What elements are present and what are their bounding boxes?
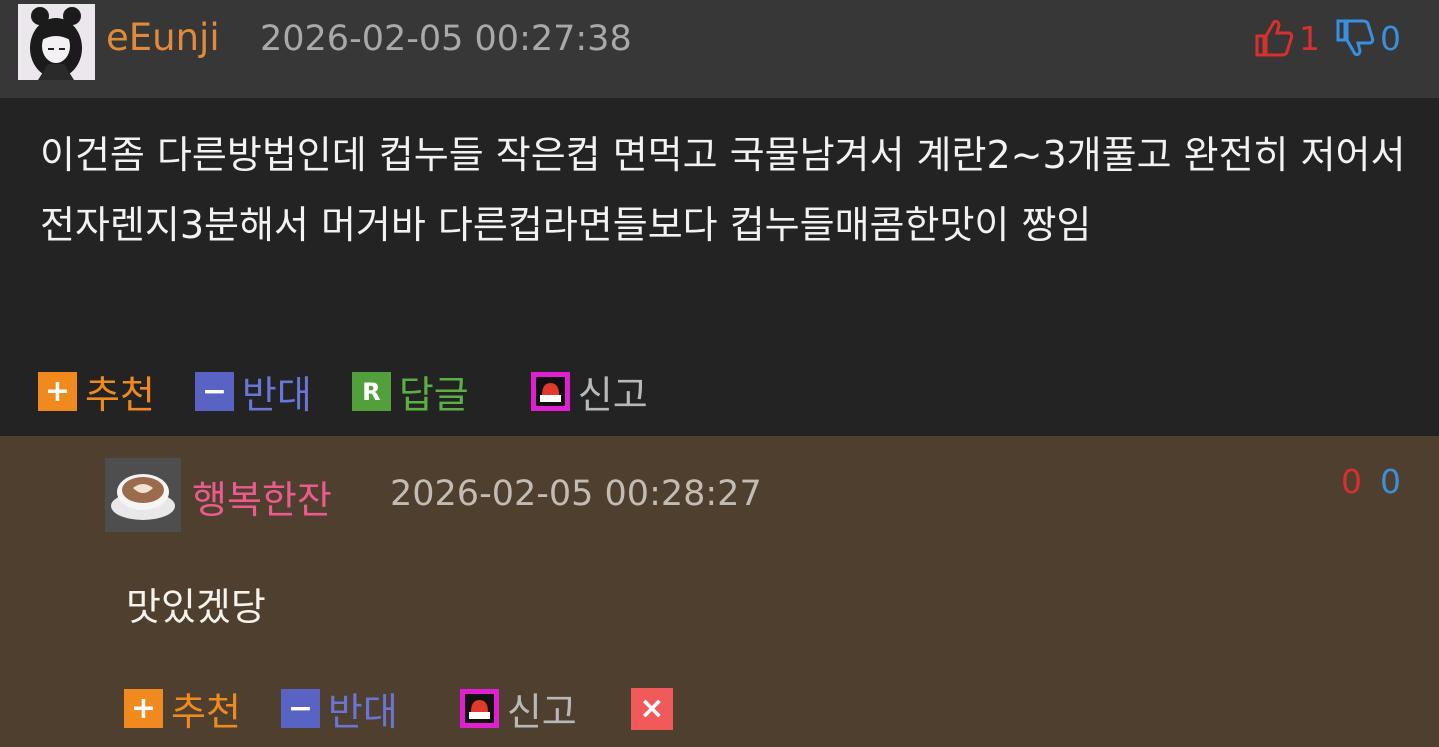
reply-r-icon: R bbox=[351, 372, 391, 411]
thumbs-up-icon[interactable] bbox=[1253, 18, 1295, 58]
comment-actions: + 추천 − 반대 신고 × bbox=[124, 681, 721, 736]
downvote-count: 0 bbox=[1380, 462, 1401, 501]
report-label: 신고 bbox=[577, 373, 648, 417]
close-icon: × bbox=[630, 687, 673, 730]
avatar[interactable] bbox=[105, 458, 181, 532]
plus-icon: + bbox=[124, 689, 163, 728]
downvote-count: 0 bbox=[1380, 18, 1401, 58]
recommend-button[interactable]: + 추천 bbox=[124, 681, 241, 736]
oppose-button[interactable]: − 반대 bbox=[194, 364, 312, 419]
report-button[interactable]: 신고 bbox=[530, 364, 648, 419]
avatar[interactable] bbox=[18, 4, 95, 80]
comment-header: eEunji 2026-02-05 00:27:38 1 0 bbox=[0, 0, 1439, 98]
siren-icon bbox=[530, 372, 570, 411]
minus-icon: − bbox=[194, 372, 234, 411]
recommend-label: 추천 bbox=[85, 373, 155, 417]
vote-counts: 0 0 bbox=[1341, 462, 1401, 501]
comment-text: 이건좀 다른방법인데 컵누들 작은컵 면먹고 국물남겨서 계란2~3개풀고 완전… bbox=[40, 133, 1406, 247]
timestamp: 2026-02-05 00:28:27 bbox=[390, 474, 762, 514]
recommend-label: 추천 bbox=[171, 690, 241, 734]
comment-text: 맛있겠당 bbox=[126, 585, 266, 629]
report-label: 신고 bbox=[506, 690, 577, 734]
minus-icon: − bbox=[280, 689, 320, 728]
thumbs-down-icon[interactable] bbox=[1334, 18, 1376, 58]
comment-actions: + 추천 − 반대 R 답글 신고 bbox=[38, 364, 688, 419]
plus-icon: + bbox=[38, 372, 77, 411]
report-button[interactable]: 신고 bbox=[459, 681, 577, 736]
reply-comment: 행복한잔 2026-02-05 00:28:27 0 0 맛있겠당 + 추천 −… bbox=[0, 436, 1439, 747]
reply-button[interactable]: R 답글 bbox=[351, 364, 469, 419]
upvote-count: 1 bbox=[1299, 18, 1320, 58]
oppose-button[interactable]: − 반대 bbox=[280, 681, 398, 736]
upvote-count: 0 bbox=[1341, 462, 1362, 501]
comment-body: 이건좀 다른방법인데 컵누들 작은컵 면먹고 국물남겨서 계란2~3개풀고 완전… bbox=[0, 98, 1439, 436]
siren-icon bbox=[459, 689, 499, 728]
recommend-button[interactable]: + 추천 bbox=[38, 364, 155, 419]
oppose-label: 반대 bbox=[327, 690, 398, 734]
reply-label: 답글 bbox=[398, 373, 469, 417]
oppose-label: 반대 bbox=[241, 373, 312, 417]
timestamp: 2026-02-05 00:27:38 bbox=[260, 19, 632, 59]
username[interactable]: 행복한잔 bbox=[192, 469, 332, 524]
delete-button[interactable]: × bbox=[630, 687, 681, 730]
username[interactable]: eEunji bbox=[106, 16, 220, 59]
vote-counts: 1 0 bbox=[1253, 14, 1401, 62]
